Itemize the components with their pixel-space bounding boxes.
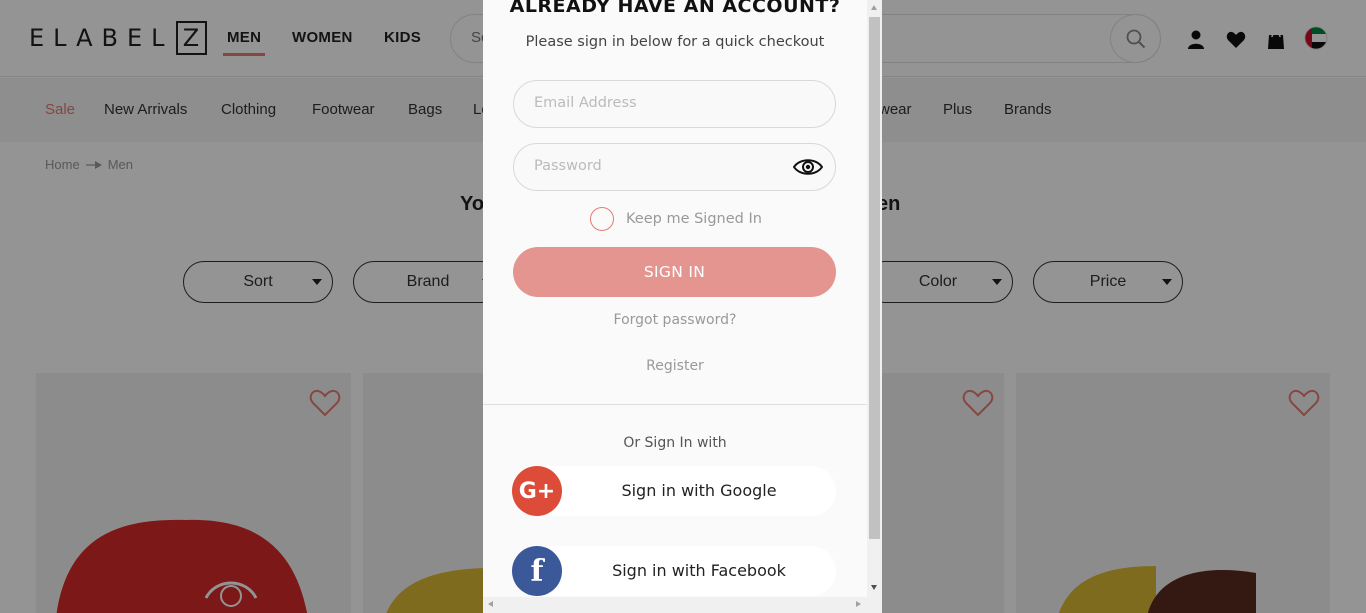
google-sign-in-button[interactable]: G+ Sign in with Google	[512, 466, 836, 516]
facebook-sign-in-button[interactable]: f Sign in with Facebook	[512, 546, 836, 596]
eye-icon[interactable]	[793, 157, 823, 177]
sign-in-button[interactable]: SIGN IN	[513, 247, 836, 297]
keep-signed-in-row[interactable]: Keep me Signed In	[590, 207, 762, 231]
sign-in-modal-content: ALREADY HAVE AN ACCOUNT? Please sign in …	[483, 0, 867, 613]
email-input[interactable]	[534, 95, 794, 111]
keep-signed-in-label: Keep me Signed In	[626, 211, 762, 227]
facebook-sign-in-label: Sign in with Facebook	[612, 561, 786, 580]
horizontal-scrollbar[interactable]	[483, 597, 867, 613]
scrollbar-thumb[interactable]	[869, 17, 880, 539]
keep-signed-in-checkbox[interactable]	[590, 207, 614, 231]
forgot-password-link[interactable]: Forgot password?	[483, 312, 867, 328]
scroll-left-icon[interactable]	[488, 601, 493, 607]
facebook-icon: f	[512, 546, 562, 596]
vertical-scrollbar[interactable]	[867, 0, 882, 597]
modal-subtitle: Please sign in below for a quick checkou…	[525, 34, 825, 50]
scrollbar-corner	[867, 597, 882, 613]
register-link[interactable]: Register	[483, 358, 867, 374]
scroll-up-icon[interactable]	[871, 5, 877, 10]
scroll-down-icon[interactable]	[871, 585, 877, 590]
or-sign-in-with-label: Or Sign In with	[623, 435, 727, 451]
email-field	[513, 80, 836, 128]
scroll-right-icon[interactable]	[856, 601, 861, 607]
password-field	[513, 143, 836, 191]
google-plus-icon: G+	[512, 466, 562, 516]
password-input[interactable]	[534, 158, 794, 174]
sign-in-modal: ALREADY HAVE AN ACCOUNT? Please sign in …	[483, 0, 882, 613]
google-sign-in-label: Sign in with Google	[621, 481, 777, 500]
divider	[483, 404, 867, 405]
modal-title: ALREADY HAVE AN ACCOUNT?	[509, 0, 841, 17]
